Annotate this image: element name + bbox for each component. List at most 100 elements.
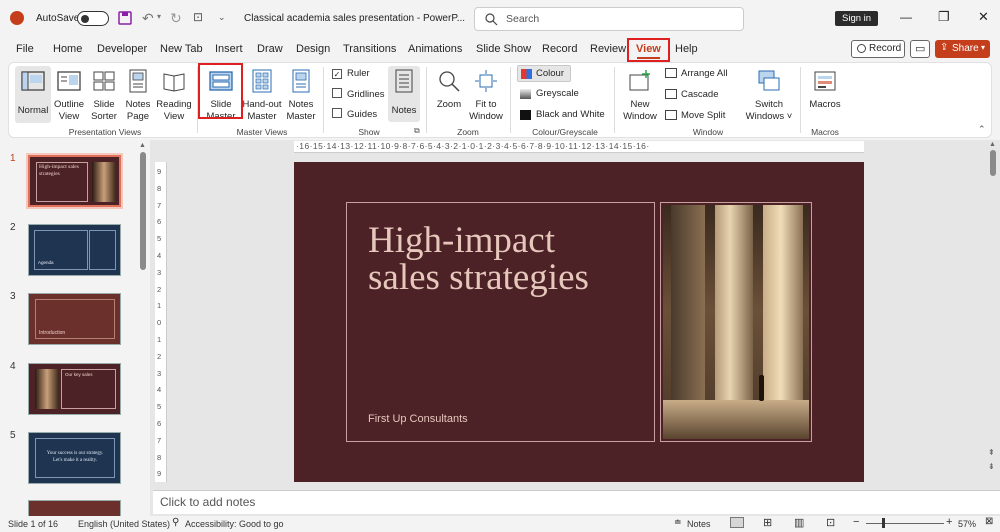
handout-master-button[interactable]: Hand-out Master xyxy=(242,69,282,123)
redo-icon[interactable]: ↻ xyxy=(170,10,182,27)
vertical-ruler-ticks: 9 8 7 6 5 4 3 2 1 0 1 2 3 4 5 6 7 8 9 xyxy=(157,164,167,483)
notes-page-label-2: Page xyxy=(126,111,150,122)
maximize-icon[interactable]: ❐ xyxy=(938,9,950,25)
new-window-button[interactable]: New Window xyxy=(622,69,658,123)
slide-thumbnail-3[interactable]: Introduction xyxy=(28,293,121,345)
ruler-check-icon: ✓ xyxy=(332,69,342,79)
slide-subtitle[interactable]: First Up Consultants xyxy=(368,413,468,425)
outline-view-button[interactable]: Outline View xyxy=(53,69,85,123)
colour-button[interactable]: Colour xyxy=(517,65,571,82)
slide-thumbnail-6[interactable] xyxy=(28,500,121,516)
zoom-slider[interactable] xyxy=(866,518,944,528)
record-button[interactable]: Record xyxy=(851,40,905,58)
menu-home[interactable]: Home xyxy=(53,43,82,55)
ruler-tick: 4 xyxy=(157,385,162,395)
slide-thumbnail-1[interactable]: High-impact sales strategies xyxy=(26,153,123,209)
slide-thumbnail-4[interactable]: Our key sales xyxy=(28,363,121,415)
menu-draw[interactable]: Draw xyxy=(257,43,283,55)
slideshow-status-icon[interactable]: ⊡ xyxy=(826,516,835,529)
previous-slide-icon[interactable]: ⇞ xyxy=(988,448,995,457)
slide-sorter-status-icon[interactable]: ⊞ xyxy=(763,516,772,529)
notes-status-button[interactable]: Notes xyxy=(687,519,711,529)
present-icon[interactable]: ⊡ xyxy=(193,10,203,24)
undo-dropdown-icon[interactable]: ▾ xyxy=(157,12,161,21)
slide-thumbnail-5[interactable]: Your success is our strategy. Let's make… xyxy=(28,432,121,484)
next-slide-icon[interactable]: ⇟ xyxy=(988,462,995,471)
ruler-tick: 2 xyxy=(157,351,162,361)
zoom-out-icon[interactable]: − xyxy=(853,516,859,528)
switch-windows-button[interactable]: Switch Windows ˅ xyxy=(743,69,795,123)
arrange-all-icon xyxy=(665,68,677,78)
close-icon[interactable]: ✕ xyxy=(978,9,989,25)
menu-file[interactable]: File xyxy=(16,43,34,55)
accessibility-status[interactable]: Accessibility: Good to go xyxy=(185,519,284,529)
menu-record[interactable]: Record xyxy=(542,43,577,55)
slide-sorter-button[interactable]: Slide Sorter xyxy=(88,69,120,123)
slide-photo[interactable] xyxy=(663,205,809,439)
autosave-toggle[interactable] xyxy=(77,11,109,26)
thumbnail-scrollbar[interactable] xyxy=(140,152,146,270)
share-button[interactable]: ⇪ Share ▾ xyxy=(935,40,990,58)
notes-pane[interactable]: Click to add notes xyxy=(153,490,1000,514)
guides-box-icon xyxy=(332,108,342,118)
notes-toggle-button[interactable]: Notes xyxy=(388,66,420,122)
menu-insert[interactable]: Insert xyxy=(215,43,243,55)
notes-page-button[interactable]: Notes Page xyxy=(122,69,154,123)
slide-thumbnail-2[interactable]: Agenda xyxy=(28,224,121,276)
share-icon: ⇪ xyxy=(940,42,949,53)
menu-slide-show[interactable]: Slide Show xyxy=(476,43,531,55)
menu-animations[interactable]: Animations xyxy=(408,43,462,55)
sign-in-button[interactable]: Sign in xyxy=(835,11,878,26)
zoom-slider-thumb[interactable] xyxy=(882,518,885,528)
fit-slide-icon[interactable]: ⊠ xyxy=(985,516,993,527)
show-dialog-launcher-icon[interactable]: ⧉ xyxy=(414,126,420,136)
ruler-tick: 2 xyxy=(157,284,162,294)
minimize-icon[interactable]: — xyxy=(900,10,912,24)
undo-icon[interactable]: ↶ xyxy=(142,10,154,27)
search-box[interactable]: Search xyxy=(474,7,744,31)
menu-help[interactable]: Help xyxy=(675,43,698,55)
scroll-up-icon[interactable]: ▲ xyxy=(139,142,146,149)
thumbnail-title: High-impact sales strategies xyxy=(39,164,79,177)
ruler-tick: 3 xyxy=(157,368,162,378)
normal-view-button[interactable]: Normal xyxy=(15,66,51,123)
slide-sorter-icon xyxy=(93,71,115,91)
gridlines-checkbox[interactable]: Gridlines xyxy=(332,88,385,100)
menu-design[interactable]: Design xyxy=(296,43,330,55)
reading-view-button[interactable]: Reading View xyxy=(156,69,192,123)
slide-title[interactable]: High-impact sales strategies xyxy=(368,222,589,296)
ruler-tick: 8 xyxy=(157,452,162,462)
language[interactable]: English (United States) xyxy=(78,519,170,529)
fit-to-window-button[interactable]: Fit to Window xyxy=(467,69,505,123)
menu-review[interactable]: Review xyxy=(590,43,626,55)
ruler-label: Ruler xyxy=(347,68,370,79)
separator xyxy=(323,67,324,133)
zoom-button[interactable]: Zoom xyxy=(433,69,465,111)
zoom-in-icon[interactable]: + xyxy=(946,516,952,528)
collapse-ribbon-icon[interactable]: ⌃ xyxy=(978,124,986,135)
reading-view-label-1: Reading xyxy=(156,99,192,110)
ruler-tick: 7 xyxy=(157,200,162,210)
notes-master-button[interactable]: Notes Master xyxy=(284,69,318,123)
comments-button[interactable]: ▭ xyxy=(910,40,930,58)
notes-page-icon xyxy=(129,69,147,93)
slide-canvas[interactable]: High-impact sales strategies First Up Co… xyxy=(294,162,864,482)
menu-new-tab[interactable]: New Tab xyxy=(160,43,203,55)
colour-label: Colour xyxy=(536,68,564,79)
master-views-group-label: Master Views xyxy=(236,127,288,137)
normal-view-status-icon[interactable] xyxy=(730,517,744,528)
thumbnail-photo xyxy=(92,162,116,202)
guides-checkbox[interactable]: Guides xyxy=(332,108,377,120)
macros-button[interactable]: Macros xyxy=(806,69,844,111)
slide-scrollbar[interactable] xyxy=(990,150,996,176)
save-icon[interactable] xyxy=(118,11,132,25)
ruler-tick: 1 xyxy=(157,301,162,311)
customize-qat-icon[interactable]: ⌄ xyxy=(218,12,226,23)
scroll-up-icon[interactable]: ▲ xyxy=(989,141,996,148)
menu-developer[interactable]: Developer xyxy=(97,43,147,55)
menu-transitions[interactable]: Transitions xyxy=(343,43,396,55)
zoom-level[interactable]: 57% xyxy=(958,519,976,529)
fit-to-window-icon xyxy=(475,70,497,92)
reading-view-status-icon[interactable]: ▥ xyxy=(794,516,804,529)
ruler-checkbox[interactable]: ✓ Ruler xyxy=(332,68,370,79)
